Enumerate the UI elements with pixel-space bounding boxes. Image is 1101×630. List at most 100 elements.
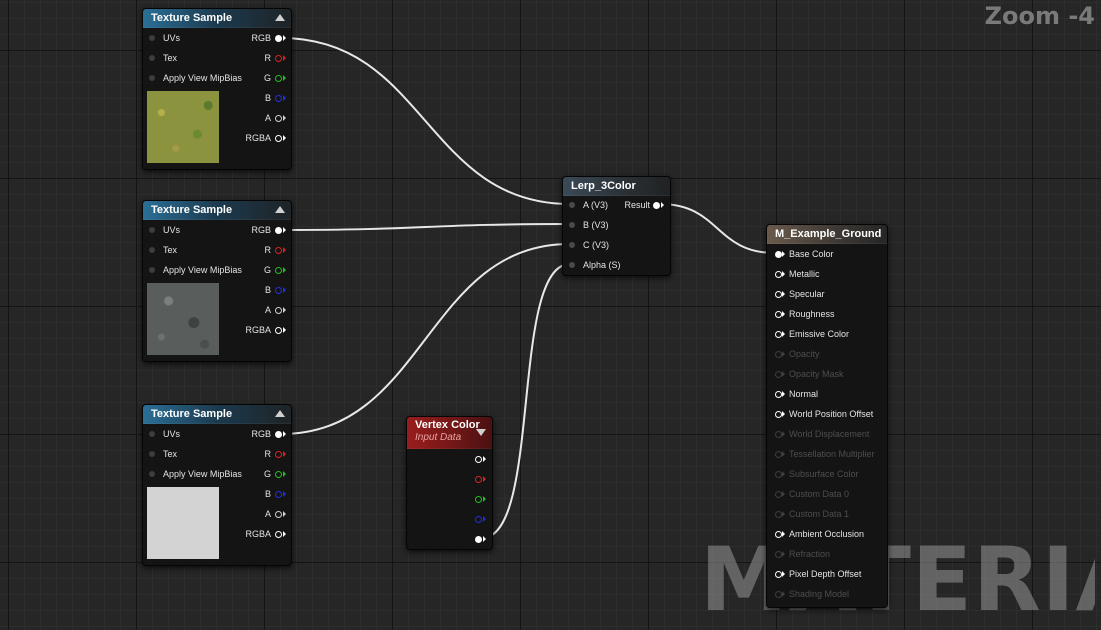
input-pin[interactable] xyxy=(149,451,155,457)
output-pin-b[interactable] xyxy=(275,490,282,498)
material-input-pin[interactable] xyxy=(775,331,782,338)
wire-tex2-to-lerp-b[interactable] xyxy=(280,223,571,231)
vertex-color-pin-red[interactable] xyxy=(475,475,482,483)
texture-thumbnail[interactable] xyxy=(147,487,219,559)
pin-arrow-icon xyxy=(782,551,785,557)
input-pin-label: Apply View MipBias xyxy=(163,469,242,479)
output-pin-b[interactable] xyxy=(275,286,282,294)
material-pin-label: Emissive Color xyxy=(789,329,850,339)
output-pin-label: R xyxy=(264,449,272,459)
output-pin-g[interactable] xyxy=(275,74,282,82)
material-input-pin[interactable] xyxy=(775,291,782,298)
material-input-pin[interactable] xyxy=(775,571,782,578)
input-pin[interactable] xyxy=(149,247,155,253)
output-pin-label: B xyxy=(264,93,271,103)
pin-arrow-icon xyxy=(782,591,785,597)
output-pin-g[interactable] xyxy=(275,470,282,478)
texture-sample-title: Texture Sample xyxy=(151,204,233,216)
lerp-node-title: Lerp_3Color xyxy=(571,180,636,192)
pin-arrow-icon xyxy=(283,307,286,313)
wire-vertex-alpha-to-lerp-alpha[interactable] xyxy=(481,263,571,539)
output-pin-a[interactable] xyxy=(275,114,282,122)
input-pin[interactable] xyxy=(149,227,155,233)
material-pin-label: Opacity xyxy=(789,349,820,359)
output-pin-a[interactable] xyxy=(275,306,282,314)
texture-sample-header[interactable]: Texture Sample xyxy=(143,201,291,220)
output-pin-rgba[interactable] xyxy=(275,134,282,142)
output-pin-label: A xyxy=(264,113,271,123)
pin-arrow-icon xyxy=(782,451,785,457)
material-input-pin xyxy=(775,511,782,518)
input-pin[interactable] xyxy=(569,262,575,268)
output-pin-r[interactable] xyxy=(275,450,282,458)
material-pin-label: Subsurface Color xyxy=(789,469,859,479)
output-pin-rgb[interactable] xyxy=(275,430,282,438)
texture-thumbnail[interactable] xyxy=(147,91,219,163)
vertex-color-pin-green[interactable] xyxy=(475,495,482,503)
texture-sample-node-2[interactable]: Texture Sample UVs Tex Apply View MipBias RG… xyxy=(142,200,292,362)
input-pin[interactable] xyxy=(569,222,575,228)
material-pin-label: Ambient Occlusion xyxy=(789,529,865,539)
material-pin-label: Tessellation Multiplier xyxy=(789,449,875,459)
material-input-pin[interactable] xyxy=(775,251,782,258)
wire-tex3-to-lerp-c[interactable] xyxy=(280,243,571,435)
output-pin-r[interactable] xyxy=(275,246,282,254)
lerp-3color-node[interactable]: Lerp_3Color A (V3) B (V3) C (V3) Alpha (S) R… xyxy=(562,176,671,276)
output-pin-r[interactable] xyxy=(275,54,282,62)
input-pin[interactable] xyxy=(149,471,155,477)
result-output-pin[interactable] xyxy=(653,201,660,209)
lerp-node-header[interactable]: Lerp_3Color xyxy=(563,177,670,196)
texture-thumbnail[interactable] xyxy=(147,283,219,355)
texture-sample-title: Texture Sample xyxy=(151,408,233,420)
texture-sample-node-1[interactable]: Texture Sample UVs Tex Apply View MipBias RG… xyxy=(142,8,292,170)
input-pin[interactable] xyxy=(569,242,575,248)
vertex-color-pin-alpha[interactable] xyxy=(475,535,482,543)
output-pin-rgb[interactable] xyxy=(275,226,282,234)
pin-arrow-icon xyxy=(283,55,286,61)
pin-arrow-icon xyxy=(782,311,785,317)
output-pin-a[interactable] xyxy=(275,510,282,518)
input-pin[interactable] xyxy=(149,431,155,437)
output-pin-label: A xyxy=(264,509,271,519)
input-pin[interactable] xyxy=(569,202,575,208)
collapse-arrow-icon[interactable] xyxy=(275,410,285,417)
output-pin-label: G xyxy=(263,265,271,275)
material-input-pin[interactable] xyxy=(775,391,782,398)
vertex-color-pin-blue[interactable] xyxy=(475,515,482,523)
material-input-pin[interactable] xyxy=(775,271,782,278)
material-result-node[interactable]: M_Example_Ground Base Color Metallic Specu… xyxy=(766,224,888,608)
input-pin[interactable] xyxy=(149,35,155,41)
material-input-pin[interactable] xyxy=(775,531,782,538)
collapse-arrow-icon[interactable] xyxy=(275,206,285,213)
output-pin-label: B xyxy=(264,285,271,295)
material-input-pin xyxy=(775,351,782,358)
pin-arrow-icon xyxy=(283,431,286,437)
input-pin-label: UVs xyxy=(163,33,181,43)
output-pin-g[interactable] xyxy=(275,266,282,274)
vertex-color-header[interactable]: Vertex Color Input Data xyxy=(407,417,492,449)
input-pin[interactable] xyxy=(149,267,155,273)
output-pin-b[interactable] xyxy=(275,94,282,102)
material-input-pin[interactable] xyxy=(775,411,782,418)
material-node-header[interactable]: M_Example_Ground xyxy=(767,225,887,244)
collapse-arrow-icon[interactable] xyxy=(275,14,285,21)
output-pin-rgba[interactable] xyxy=(275,326,282,334)
output-pin-label: RGBA xyxy=(245,133,271,143)
texture-sample-header[interactable]: Texture Sample xyxy=(143,405,291,424)
pin-arrow-icon xyxy=(782,491,785,497)
collapse-arrow-icon[interactable] xyxy=(476,429,486,436)
input-pin[interactable] xyxy=(149,75,155,81)
pin-arrow-icon xyxy=(782,271,785,277)
vertex-color-node[interactable]: Vertex Color Input Data xyxy=(406,416,493,550)
texture-sample-header[interactable]: Texture Sample xyxy=(143,9,291,28)
texture-sample-node-3[interactable]: Texture Sample UVs Tex Apply View MipBias RG… xyxy=(142,404,292,566)
output-pin-rgb[interactable] xyxy=(275,34,282,42)
wire-lerp-result-to-base-color[interactable] xyxy=(659,203,776,254)
pin-arrow-icon xyxy=(283,227,286,233)
pin-arrow-icon xyxy=(283,451,286,457)
output-pin-rgba[interactable] xyxy=(275,530,282,538)
material-input-pin[interactable] xyxy=(775,311,782,318)
input-pin[interactable] xyxy=(149,55,155,61)
vertex-color-pin-white[interactable] xyxy=(475,455,482,463)
wire-tex1-to-lerp-a[interactable] xyxy=(280,37,571,205)
